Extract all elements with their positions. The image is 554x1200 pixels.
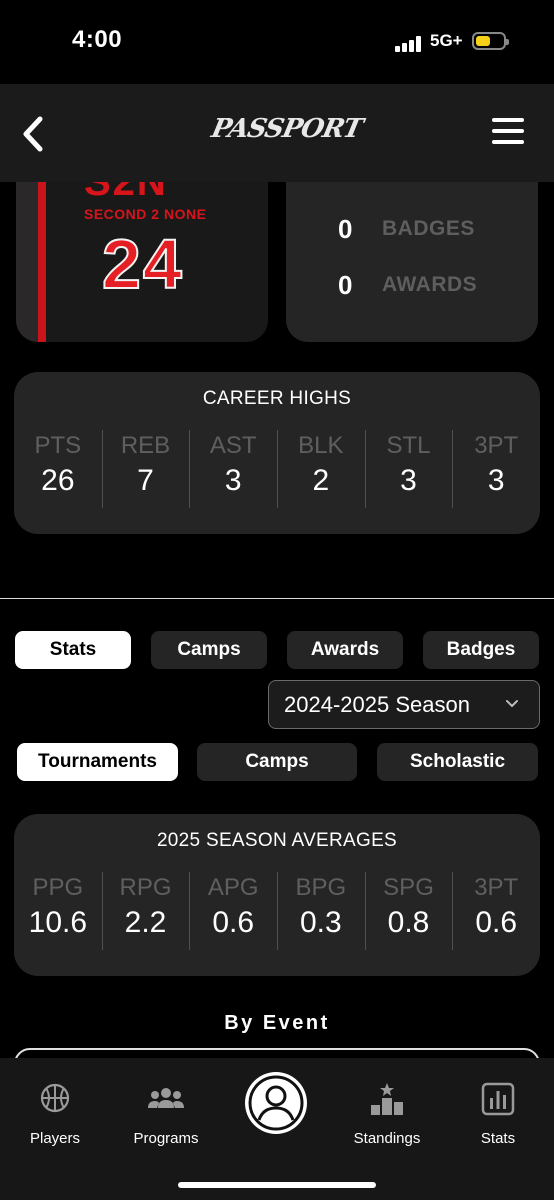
top-nav-bar: PASSPORT	[0, 84, 554, 182]
career-stat-stl: STL 3	[364, 428, 453, 508]
chevron-left-icon	[23, 116, 43, 152]
badges-label: BADGES	[382, 217, 475, 240]
group-icon	[148, 1088, 184, 1108]
badges-count-row[interactable]: 0 BADGES	[338, 212, 475, 246]
avg-stat-spg: SPG 0.8	[364, 870, 453, 950]
network-type: 5G+	[430, 31, 463, 50]
signal-icon	[395, 36, 423, 52]
career-stat-ast: AST 3	[189, 428, 277, 508]
basketball-icon	[40, 1083, 70, 1113]
jersey-team-name: SECOND 2 NONE	[84, 206, 207, 222]
nav-programs[interactable]: Programs	[126, 1082, 206, 1147]
podium-icon	[371, 1083, 403, 1115]
season-averages-card: 2025 SEASON AVERAGES PPG 10.6 RPG 2.2 APG 0…	[14, 814, 540, 976]
career-highs-card: CAREER HIGHS PTS 26 REB 7 AST 3 BLK 2 STL 3 3…	[14, 372, 540, 534]
avg-stat-rpg: RPG 2.2	[101, 870, 190, 950]
awards-count-row[interactable]: 0 AWARDS	[338, 268, 477, 302]
tab-badges[interactable]: Badges	[423, 631, 539, 669]
avg-stat-ppg: PPG 10.6	[28, 874, 88, 939]
subtab-camps[interactable]: Camps	[197, 743, 357, 781]
career-highs-title: CAREER HIGHS	[202, 388, 352, 409]
nav-stats[interactable]: Stats	[466, 1082, 530, 1147]
badges-count: 0	[338, 213, 353, 244]
jersey-number: 24	[101, 224, 184, 304]
subtab-scholastic[interactable]: Scholastic	[377, 743, 538, 781]
career-stat-reb: REB 7	[101, 428, 190, 508]
bottom-tab-bar: Players Programs Standings Stats	[0, 1058, 554, 1200]
bar-chart-icon	[481, 1082, 515, 1116]
by-event-heading: By Event	[224, 1012, 330, 1034]
nav-players-label: Players	[29, 1130, 81, 1147]
awards-label: AWARDS	[382, 273, 478, 296]
nav-players[interactable]: Players	[18, 1082, 92, 1147]
season-dropdown[interactable]: 2024-2025 Season	[268, 680, 540, 729]
avg-stat-3pt: 3PT 0.6	[452, 870, 540, 950]
tab-stats[interactable]: Stats	[15, 631, 131, 669]
season-dropdown-value: 2024-2025 Season	[284, 692, 470, 717]
profile-icon	[248, 1075, 304, 1131]
avg-stat-bpg: BPG 0.3	[277, 870, 365, 950]
status-bar: 4:00 5G+	[0, 0, 554, 84]
awards-count: 0	[338, 269, 353, 300]
back-button[interactable]	[18, 114, 54, 154]
career-stat-pts: PTS 26	[34, 432, 82, 497]
home-indicator	[178, 1182, 376, 1188]
tab-awards[interactable]: Awards	[287, 631, 403, 669]
season-averages-title: 2025 SEASON AVERAGES	[156, 830, 398, 851]
battery-icon	[472, 32, 509, 50]
nav-programs-label: Programs	[133, 1130, 199, 1147]
chevron-down-icon	[506, 700, 518, 707]
career-stat-3pt: 3PT 3	[452, 428, 540, 508]
tab-camps[interactable]: Camps	[151, 631, 267, 669]
passport-logo: PASSPORT	[208, 114, 365, 144]
nav-stats-label: Stats	[480, 1130, 516, 1147]
menu-button[interactable]	[492, 118, 526, 146]
nav-profile[interactable]	[245, 1072, 307, 1134]
nav-standings[interactable]: Standings	[348, 1082, 426, 1147]
subtab-tournaments[interactable]: Tournaments	[17, 743, 178, 781]
nav-standings-label: Standings	[353, 1130, 421, 1147]
avg-stat-apg: APG 0.6	[189, 870, 277, 950]
status-time: 4:00	[72, 26, 123, 53]
section-divider	[0, 598, 554, 599]
career-stat-blk: BLK 2	[277, 428, 365, 508]
